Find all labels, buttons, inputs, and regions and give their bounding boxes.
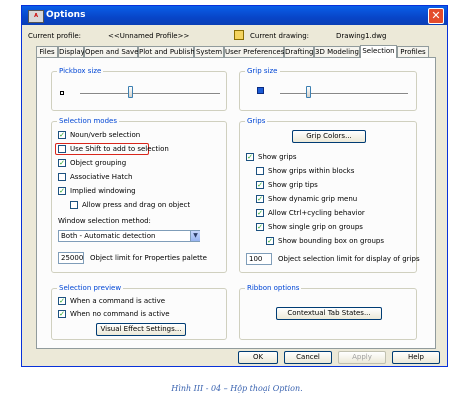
pickbox-preview	[60, 91, 64, 95]
show-grip-tips-checkbox[interactable]: ✓	[256, 181, 264, 189]
show-grips-blocks-checkbox[interactable]	[256, 167, 264, 175]
object-grouping-label: Object grouping	[70, 159, 127, 167]
current-profile-label: Current profile:	[28, 32, 81, 40]
current-profile-value: <<Unnamed Profile>>	[108, 32, 190, 40]
grip-size-group: Grip size	[239, 67, 417, 111]
selection-modes-group: Selection modes ✓ Noun/verb selection Us…	[51, 117, 227, 273]
ok-button[interactable]: OK	[238, 351, 278, 364]
command-active-checkbox[interactable]: ✓	[58, 297, 66, 305]
tab-plot-and-publish[interactable]: Plot and Publish	[138, 46, 195, 57]
show-grip-tips-label: Show grip tips	[268, 181, 318, 189]
show-dynamic-grip-menu-checkbox[interactable]: ✓	[256, 195, 264, 203]
figure-caption: Hình III - 04 – Hộp thoại Option.	[171, 384, 303, 393]
pickbox-slider-thumb[interactable]	[128, 86, 133, 98]
tab-system[interactable]: System	[194, 46, 224, 57]
selection-preview-group: Selection preview ✓ When a command is ac…	[51, 284, 227, 340]
current-drawing-value: Drawing1.dwg	[336, 32, 387, 40]
grip-limit-input[interactable]: 100	[246, 253, 272, 265]
grip-preview	[257, 87, 264, 94]
tab-drafting[interactable]: Drafting	[284, 46, 314, 57]
title-bar[interactable]: A Options ✕	[22, 6, 447, 25]
object-limit-value: 25000	[61, 254, 84, 262]
show-single-grip-checkbox[interactable]: ✓	[256, 223, 264, 231]
show-grips-label: Show grips	[258, 153, 297, 161]
drawing-icon	[234, 30, 244, 40]
implied-windowing-label: Implied windowing	[70, 187, 136, 195]
tab-selection[interactable]: Selection	[360, 45, 397, 58]
window-title: Options	[46, 10, 86, 20]
show-grips-blocks-label: Show grips within blocks	[268, 167, 355, 175]
no-command-label: When no command is active	[70, 310, 170, 318]
pickbox-size-title: Pickbox size	[57, 67, 104, 75]
tab-user-preferences[interactable]: User Preferences	[224, 46, 284, 57]
allow-ctrl-cycling-checkbox[interactable]: ✓	[256, 209, 264, 217]
window-method-select[interactable]: Both - Automatic detection	[58, 230, 200, 242]
help-button[interactable]: Help	[392, 351, 440, 364]
contextual-tab-states-button[interactable]: Contextual Tab States...	[276, 307, 382, 320]
grips-group: Grips Grip Colors... ✓ Show grips Show g…	[239, 117, 420, 273]
grip-size-title: Grip size	[245, 67, 280, 75]
associative-hatch-label: Associative Hatch	[70, 173, 133, 181]
use-shift-checkbox[interactable]	[58, 145, 66, 153]
visual-effect-settings-button[interactable]: Visual Effect Settings...	[96, 323, 186, 336]
show-bounding-box-label: Show bounding box on groups	[278, 237, 385, 245]
ribbon-options-title: Ribbon options	[245, 284, 302, 292]
pickbox-size-group: Pickbox size	[51, 67, 227, 111]
tab-files[interactable]: Files	[36, 46, 58, 57]
tab-3d-modeling[interactable]: 3D Modeling	[314, 46, 360, 57]
show-dynamic-grip-menu-label: Show dynamic grip menu	[268, 195, 358, 203]
noun-verb-label: Noun/verb selection	[70, 131, 141, 139]
no-command-checkbox[interactable]: ✓	[58, 310, 66, 318]
press-drag-label: Allow press and drag on object	[82, 201, 191, 209]
implied-windowing-checkbox[interactable]: ✓	[58, 187, 66, 195]
window-method-label: Window selection method:	[58, 217, 151, 225]
close-icon[interactable]: ✕	[428, 8, 444, 24]
object-limit-label: Object limit for Properties palette	[90, 254, 207, 262]
object-limit-input[interactable]: 25000	[58, 252, 84, 264]
window-method-value: Both - Automatic detection	[61, 232, 156, 240]
app-icon: A	[28, 10, 44, 23]
use-shift-label: Use Shift to add to selection	[70, 145, 169, 153]
tab-display[interactable]: Display	[58, 46, 85, 57]
grip-limit-value: 100	[249, 255, 263, 263]
ribbon-options-group: Ribbon options Contextual Tab States...	[239, 284, 417, 340]
noun-verb-checkbox[interactable]: ✓	[58, 131, 66, 139]
tab-profiles[interactable]: Profiles	[397, 46, 429, 57]
press-drag-checkbox[interactable]	[70, 201, 78, 209]
cancel-button[interactable]: Cancel	[284, 351, 332, 364]
pickbox-slider-track[interactable]	[80, 93, 220, 95]
tab-open-and-save[interactable]: Open and Save	[84, 46, 139, 57]
selection-preview-title: Selection preview	[57, 284, 124, 292]
dropdown-arrow-icon[interactable]: ▼	[190, 231, 200, 241]
grip-limit-label: Object selection limit for display of gr…	[278, 255, 420, 263]
options-dialog: A Options ✕ Current profile: <<Unnamed P…	[21, 5, 448, 367]
grip-slider-thumb[interactable]	[306, 86, 311, 98]
show-bounding-box-checkbox[interactable]: ✓	[266, 237, 274, 245]
grip-colors-button[interactable]: Grip Colors...	[292, 130, 366, 143]
grips-title: Grips	[245, 117, 268, 125]
selection-tab-panel: Pickbox size Grip size Selection modes ✓…	[36, 57, 436, 349]
selection-modes-title: Selection modes	[57, 117, 119, 125]
object-grouping-checkbox[interactable]: ✓	[58, 159, 66, 167]
apply-button[interactable]: Apply	[338, 351, 386, 364]
grip-slider-track[interactable]	[280, 93, 408, 95]
current-drawing-label: Current drawing:	[250, 32, 310, 40]
show-grips-checkbox[interactable]: ✓	[246, 153, 254, 161]
command-active-label: When a command is active	[70, 297, 166, 305]
allow-ctrl-cycling-label: Allow Ctrl+cycling behavior	[268, 209, 365, 217]
associative-hatch-checkbox[interactable]	[58, 173, 66, 181]
show-single-grip-label: Show single grip on groups	[268, 223, 363, 231]
